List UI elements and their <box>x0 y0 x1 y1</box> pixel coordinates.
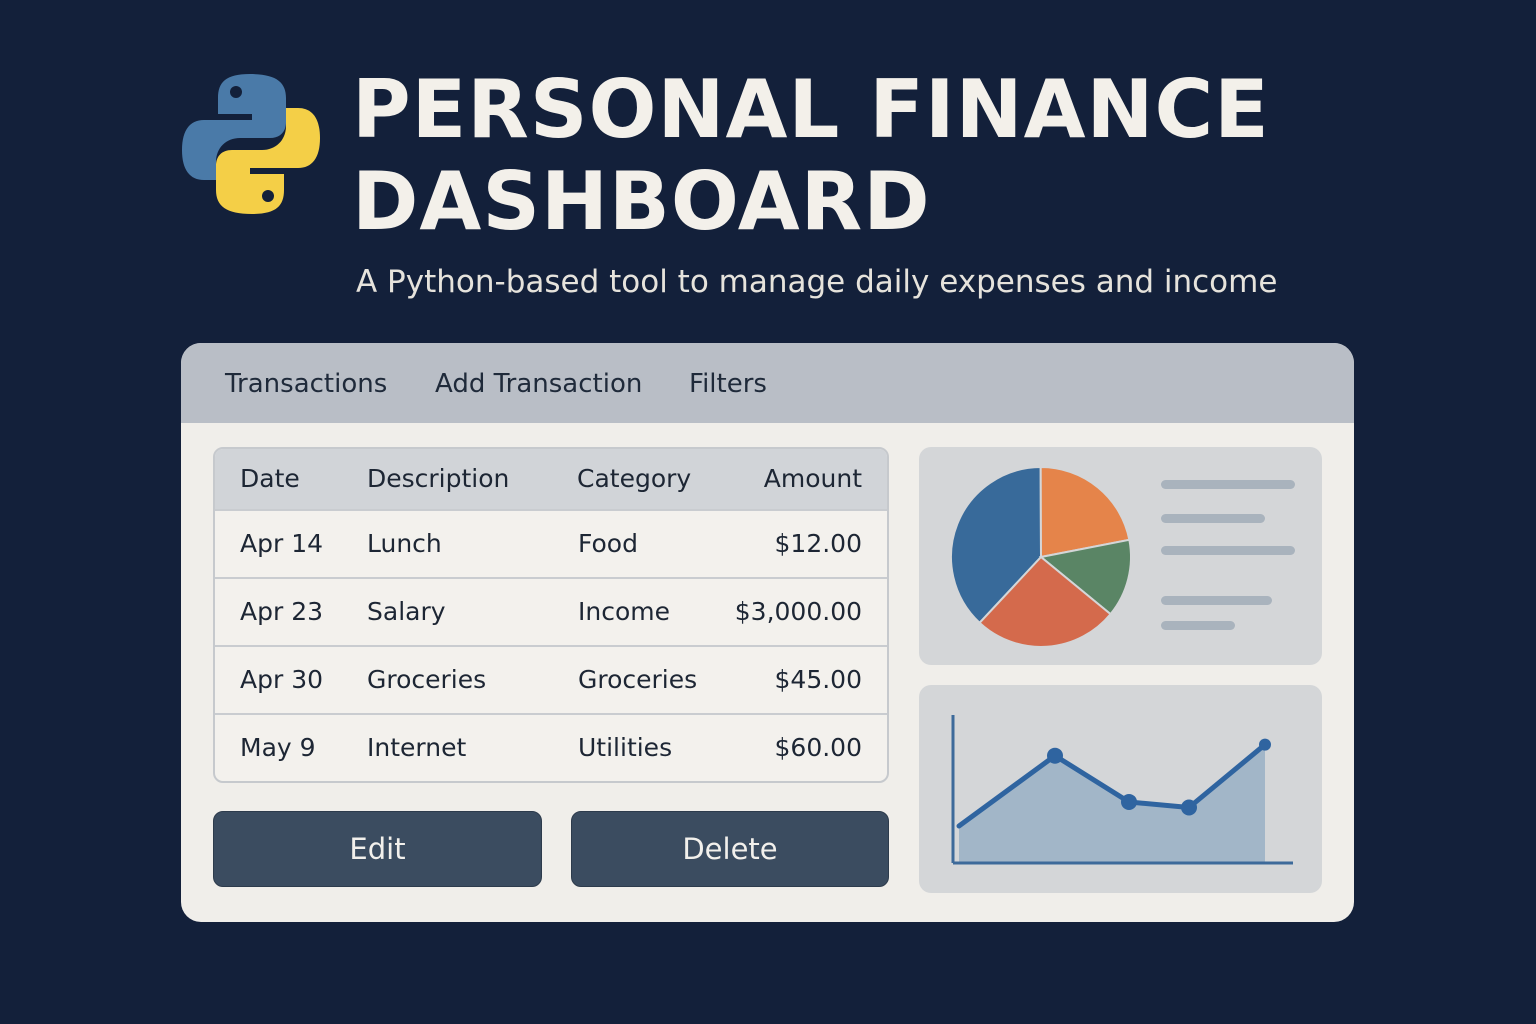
row-date: May 9 <box>240 733 316 762</box>
page-subtitle: A Python-based tool to manage daily expe… <box>356 264 1278 300</box>
tab-filters[interactable]: Filters <box>689 369 767 399</box>
row-amount: $60.00 <box>774 733 862 762</box>
row-description: Lunch <box>367 529 442 558</box>
row-amount: $12.00 <box>774 529 862 558</box>
table-row[interactable]: May 9 Internet Utilities $60.00 <box>215 713 887 781</box>
row-category: Income <box>578 597 670 626</box>
page-title: PERSONAL FINANCE DASHBOARD <box>352 64 1270 248</box>
pie-chart <box>950 465 1295 648</box>
legend-placeholder-line <box>1161 514 1265 523</box>
row-date: Apr 14 <box>240 529 324 558</box>
line-chart <box>951 715 1293 865</box>
title-line-1: PERSONAL FINANCE <box>352 63 1270 156</box>
data-point <box>1047 747 1063 764</box>
column-header-date[interactable]: Date <box>240 464 300 493</box>
title-line-2: DASHBOARD <box>352 155 931 248</box>
table-row[interactable]: Apr 23 Salary Income $3,000.00 <box>215 577 887 645</box>
row-category: Utilities <box>578 733 673 762</box>
data-point <box>1181 799 1197 816</box>
pie-chart-panel <box>919 447 1322 665</box>
area-fill <box>959 744 1265 863</box>
row-category: Food <box>578 529 638 558</box>
row-amount: $3,000.00 <box>734 597 862 626</box>
row-date: Apr 23 <box>240 597 324 626</box>
row-description: Internet <box>367 733 467 762</box>
column-header-amount[interactable]: Amount <box>764 464 862 493</box>
row-date: Apr 30 <box>240 665 324 694</box>
table-row[interactable]: Apr 14 Lunch Food $12.00 <box>215 509 887 577</box>
data-point <box>1259 738 1271 751</box>
column-header-description[interactable]: Description <box>367 464 509 493</box>
legend-placeholder-line <box>1161 621 1235 630</box>
python-logo-icon <box>182 74 320 214</box>
row-description: Salary <box>367 597 446 626</box>
pie-legend <box>1161 480 1295 630</box>
table-row[interactable]: Apr 30 Groceries Groceries $45.00 <box>215 645 887 713</box>
edit-button[interactable]: Edit <box>213 811 542 887</box>
tab-transactions[interactable]: Transactions <box>225 369 387 399</box>
row-description: Groceries <box>367 665 487 694</box>
legend-placeholder-line <box>1161 546 1295 555</box>
table-header: Date Description Category Amount <box>215 449 887 509</box>
delete-button[interactable]: Delete <box>571 811 889 887</box>
column-header-category[interactable]: Category <box>577 464 691 493</box>
legend-placeholder-line <box>1161 596 1272 605</box>
dashboard-window: Transactions Add Transaction Filters Dat… <box>181 343 1354 922</box>
line-chart-panel <box>919 685 1322 893</box>
row-category: Groceries <box>578 665 698 694</box>
row-amount: $45.00 <box>774 665 862 694</box>
data-point <box>1121 793 1137 810</box>
legend-placeholder-line <box>1161 480 1295 489</box>
tab-add-transaction[interactable]: Add Transaction <box>435 369 642 399</box>
tab-bar: Transactions Add Transaction Filters <box>181 343 1354 423</box>
transactions-table: Date Description Category Amount Apr 14 … <box>213 447 889 783</box>
